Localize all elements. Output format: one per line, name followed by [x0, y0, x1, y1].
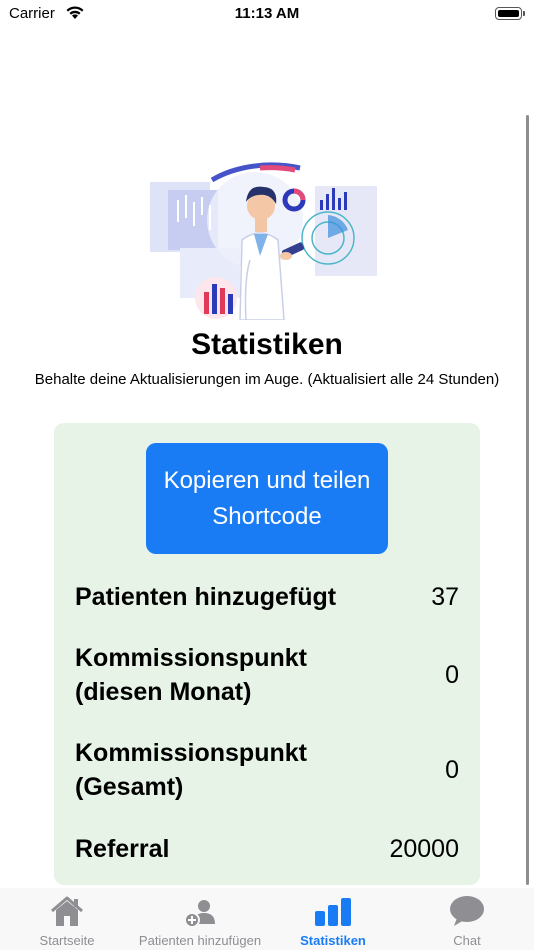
chat-bubble-icon — [449, 894, 485, 933]
bar-chart-icon — [313, 894, 353, 933]
battery-icon — [495, 7, 525, 20]
clock: 11:13 AM — [234, 5, 300, 22]
tab-label: Startseite — [39, 933, 95, 948]
page-title: Statistiken — [191, 328, 343, 361]
stat-label-referral: Referral — [75, 835, 170, 863]
tab-label: Chat — [453, 933, 481, 948]
stat-label-commission-month: Kommissionspunkt (diesen Monat) — [75, 644, 307, 706]
stat-value-commission-month: 0 — [445, 661, 459, 689]
tab-label: Patienten hinzufügen — [138, 933, 262, 948]
copy-share-shortcode-label: Kopieren und teilen Shortcode — [163, 466, 371, 530]
home-icon — [49, 894, 85, 933]
status-bar: Carrier 11:13 AM — [0, 0, 534, 30]
tab-statistiken[interactable]: Statistiken — [290, 888, 376, 950]
tab-chat[interactable]: Chat — [430, 888, 504, 950]
add-patient-icon — [182, 894, 218, 933]
tab-label: Statistiken — [300, 933, 366, 948]
copy-share-shortcode-button[interactable]: Kopieren und teilen Shortcode — [146, 443, 388, 554]
stat-value-patients-added: 37 — [431, 583, 459, 611]
stats-card: Kopieren und teilen Shortcode Patienten … — [54, 423, 480, 885]
statistics-illustration — [150, 160, 380, 321]
stat-label-patients-added: Patienten hinzugefügt — [75, 583, 337, 611]
stat-value-commission-total: 0 — [445, 756, 459, 784]
tab-patienten-hinzufuegen[interactable]: Patienten hinzufügen — [130, 888, 270, 950]
page-subtitle: Behalte deine Aktualisierungen im Auge. … — [34, 371, 500, 388]
stat-value-referral: 20000 — [389, 835, 459, 863]
tab-bar: Startseite Patienten hinzufügen Statisti… — [0, 888, 534, 950]
scroll-indicator[interactable] — [526, 115, 529, 885]
stat-label-commission-total: Kommissionspunkt (Gesamt) — [75, 739, 307, 801]
tab-startseite[interactable]: Startseite — [20, 888, 114, 950]
